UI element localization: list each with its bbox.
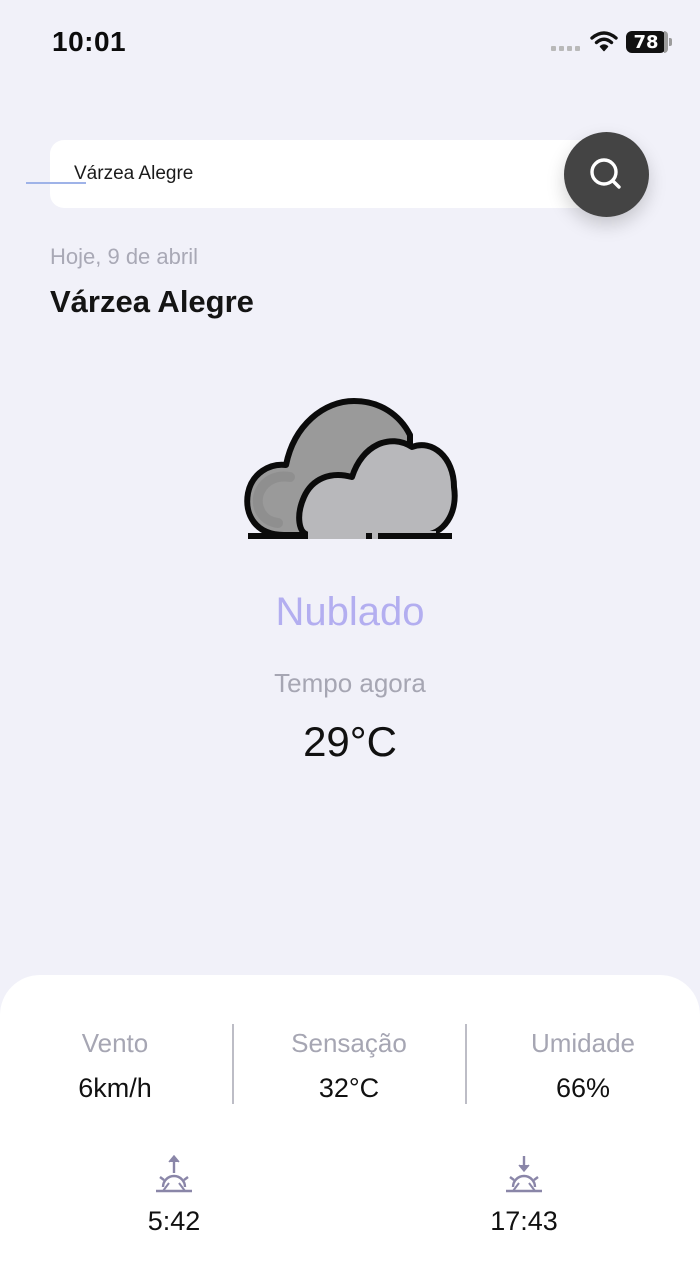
sunset-icon — [506, 1156, 542, 1193]
divider — [232, 1024, 234, 1104]
feels-like-label: Sensação — [291, 1028, 407, 1058]
humidity-value: 66% — [555, 1073, 611, 1103]
current-temperature: 29°C — [303, 718, 397, 765]
search-button[interactable] — [564, 132, 649, 217]
date-label: Hoje, 9 de abril — [50, 244, 198, 269]
weather-condition: Nublado — [275, 590, 425, 634]
signal-icon — [551, 46, 580, 51]
feels-like-value: 32°C — [318, 1073, 380, 1103]
status-time: 10:01 — [52, 26, 127, 57]
humidity-label: Umidade — [530, 1028, 636, 1058]
city-title: Várzea Alegre — [50, 284, 254, 319]
wind-label: Vento — [81, 1028, 149, 1058]
sunset-time: 17:43 — [490, 1206, 558, 1236]
wifi-icon — [590, 31, 618, 52]
divider — [465, 1024, 467, 1104]
search-input[interactable] — [74, 158, 544, 190]
sunrise-icon — [156, 1155, 192, 1193]
cloud-icon — [244, 398, 458, 539]
battery-level: 78 — [626, 31, 666, 53]
spellcheck-underline — [26, 182, 86, 184]
search-icon — [589, 157, 621, 189]
search-box — [50, 140, 606, 208]
status-bar: 10:01 78 — [0, 0, 700, 84]
sunrise-time: 5:42 — [147, 1206, 201, 1236]
wind-value: 6km/h — [78, 1073, 152, 1103]
now-label: Tempo agora — [274, 668, 426, 698]
